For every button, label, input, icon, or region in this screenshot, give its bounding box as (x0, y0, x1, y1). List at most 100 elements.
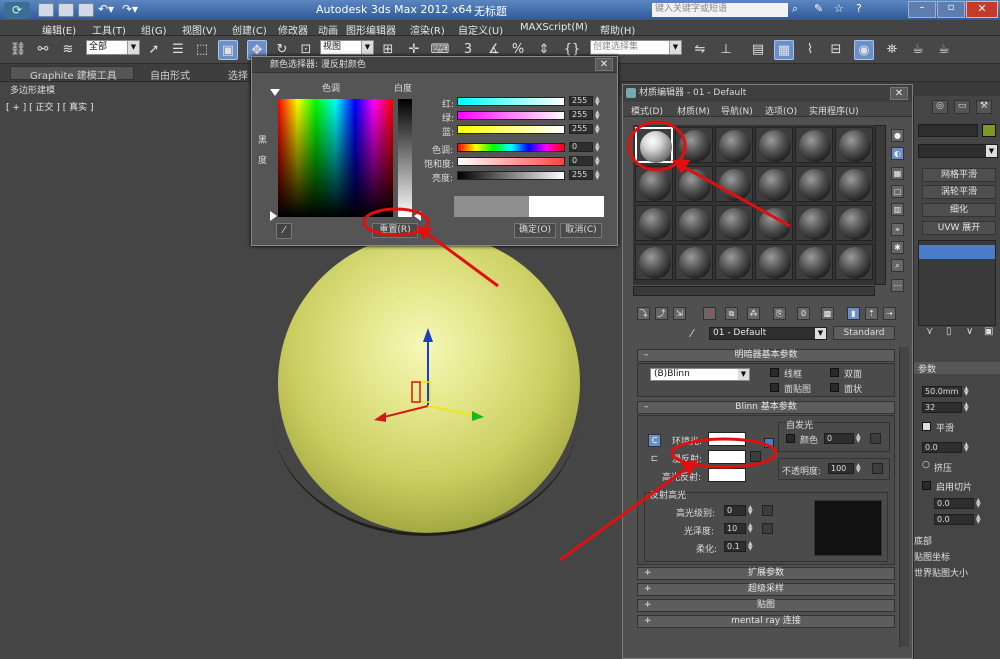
mat-menu-utilities[interactable]: 实用程序(U) (809, 104, 859, 117)
tessellate-button[interactable]: 细化 (922, 203, 996, 217)
specular-color-swatch[interactable] (708, 468, 746, 482)
material-type-button[interactable]: Standard (833, 326, 895, 340)
sample-slot[interactable] (675, 244, 713, 280)
value-spinner-icon[interactable]: ▲ ▼ (595, 170, 601, 181)
graphite-toggle-icon[interactable]: ▦ (774, 40, 794, 60)
menu-modifiers[interactable]: 修改器 (278, 22, 308, 37)
pin-stack-icon[interactable]: ⋎ (926, 326, 933, 337)
slice-from-value[interactable]: 0.0 (934, 498, 974, 509)
video-color-check-icon[interactable]: ▥ (891, 203, 904, 216)
material-editor-close-button[interactable]: ✕ (890, 87, 908, 100)
bind-space-warp-icon[interactable]: ≋ (58, 40, 78, 60)
extended-params-rollout[interactable]: + 扩展参数 (637, 567, 895, 580)
select-by-name-icon[interactable]: ☰ (168, 40, 188, 60)
menu-rendering[interactable]: 渲染(R) (410, 22, 445, 37)
layer-manager-icon[interactable]: ▤ (748, 40, 768, 60)
self-illum-map-button[interactable] (870, 433, 881, 444)
sample-slot[interactable] (715, 166, 753, 202)
soften-spinner-icon[interactable]: ▲ ▼ (748, 541, 753, 552)
self-illum-color-checkbox[interactable] (786, 434, 795, 443)
sample-slot[interactable] (795, 244, 833, 280)
go-forward-sibling-icon[interactable]: ⇢ (883, 307, 896, 320)
squash-radio[interactable]: ○ (922, 460, 930, 470)
reference-coord-dropdown[interactable]: 视图 ▼ (320, 40, 374, 55)
sample-slot[interactable] (715, 205, 753, 241)
schematic-view-icon[interactable]: ⊟ (826, 40, 846, 60)
diffuse-color-swatch[interactable] (708, 450, 746, 464)
opacity-value[interactable]: 100 (828, 463, 854, 474)
selection-filter-dropdown[interactable]: 全部 ▼ (86, 40, 140, 55)
lock-ambient-diffuse-icon[interactable]: C (648, 434, 661, 447)
hue-marker-icon[interactable] (270, 89, 280, 96)
green-value[interactable]: 255 (569, 110, 593, 120)
minimize-button[interactable]: – (908, 1, 936, 18)
meshsmooth-button[interactable]: 网格平滑 (922, 168, 996, 182)
sample-slot[interactable] (755, 244, 793, 280)
radius-spinner-icon[interactable]: ▲ ▼ (964, 386, 969, 397)
sample-slot[interactable] (755, 127, 793, 163)
uv-tiling-icon[interactable]: ▢ (891, 185, 904, 198)
make-preview-icon[interactable]: ⌖ (891, 223, 904, 236)
smooth-checkbox[interactable] (922, 422, 931, 431)
new-file-icon[interactable] (38, 3, 54, 17)
opacity-spinner-icon[interactable]: ▲ ▼ (856, 463, 861, 474)
ribbon-tab-freeform[interactable]: 自由形式 (150, 67, 190, 82)
chevron-down-icon[interactable]: ▼ (815, 328, 826, 339)
turbosmooth-button[interactable]: 涡轮平滑 (922, 185, 996, 199)
slice-from-spinner-icon[interactable]: ▲ ▼ (976, 498, 981, 509)
align-icon[interactable]: ⊥ (716, 40, 736, 60)
mat-menu-mode[interactable]: 模式(D) (631, 104, 663, 117)
hue-slider[interactable] (457, 143, 565, 152)
hue-blackness-picker[interactable] (278, 99, 393, 217)
pick-material-eyedropper-icon[interactable]: ⁄ (691, 327, 693, 340)
modifier-list-dropdown[interactable]: ▼ (918, 144, 998, 158)
close-button[interactable]: ✕ (966, 1, 998, 18)
material-editor-icon[interactable]: ◉ (854, 40, 874, 60)
ambient-color-swatch[interactable] (708, 432, 746, 446)
options-icon[interactable]: ✱ (891, 241, 904, 254)
self-illum-spinner-icon[interactable]: ▲ ▼ (856, 433, 861, 444)
menu-animation[interactable]: 动画 (318, 22, 338, 37)
menu-graph-editors[interactable]: 图形编辑器 (346, 22, 396, 37)
maximize-button[interactable]: ▫ (937, 1, 965, 18)
sample-slot[interactable] (715, 244, 753, 280)
search-input[interactable]: 键入关键字或短语 (652, 3, 788, 17)
menu-maxscript[interactable]: MAXScript(M) (520, 22, 588, 33)
modifier-stack-item-selected[interactable] (919, 245, 995, 259)
glossiness-map-button[interactable] (762, 523, 773, 534)
glossiness-spinner-icon[interactable]: ▲ ▼ (748, 523, 753, 534)
whiteness-marker-icon[interactable] (414, 211, 421, 221)
maps-rollout[interactable]: + 贴图 (637, 599, 895, 612)
wire-checkbox[interactable] (770, 368, 779, 377)
menu-tools[interactable]: 工具(T) (92, 22, 126, 37)
reset-button[interactable]: 重置(R) (372, 223, 418, 238)
green-slider[interactable] (457, 111, 565, 120)
sample-type-icon[interactable]: ● (891, 129, 904, 142)
sample-slot[interactable] (675, 205, 713, 241)
color-dialog-close-button[interactable]: ✕ (595, 58, 613, 71)
whiteness-slider[interactable] (398, 99, 412, 217)
slice-to-value[interactable]: 0.0 (934, 514, 974, 525)
menu-create[interactable]: 创建(C) (232, 22, 267, 37)
open-file-icon[interactable] (58, 3, 74, 17)
ok-button[interactable]: 确定(O) (514, 223, 556, 238)
blue-spinner-icon[interactable]: ▲ ▼ (595, 124, 601, 135)
sample-slots-hscrollbar[interactable] (633, 286, 875, 296)
search-icon[interactable]: ⌕ (792, 2, 798, 16)
material-name-field[interactable]: 01 - Default ▼ (709, 327, 827, 340)
sample-slots-scrollbar[interactable] (875, 125, 886, 285)
segments-spinner-icon[interactable]: ▲ ▼ (964, 402, 969, 413)
hue-value[interactable]: 0 (569, 142, 593, 152)
material-editor-scrollbar[interactable] (899, 347, 909, 647)
motion-tab-icon[interactable]: ▭ (954, 100, 970, 114)
face-map-checkbox[interactable] (770, 383, 779, 392)
display-tab-icon[interactable]: ◎ (932, 100, 948, 114)
sample-slot[interactable] (795, 205, 833, 241)
glossiness-value[interactable]: 10 (724, 523, 746, 534)
redo-icon[interactable]: ↷▾ (122, 2, 138, 16)
shader-params-rollout[interactable]: – 明暗器基本参数 (637, 349, 895, 362)
soften-value[interactable]: 0.1 (724, 541, 746, 552)
supersampling-rollout[interactable]: + 超级采样 (637, 583, 895, 596)
sample-slot[interactable] (755, 205, 793, 241)
render-production-icon[interactable]: ☕ (934, 40, 954, 60)
